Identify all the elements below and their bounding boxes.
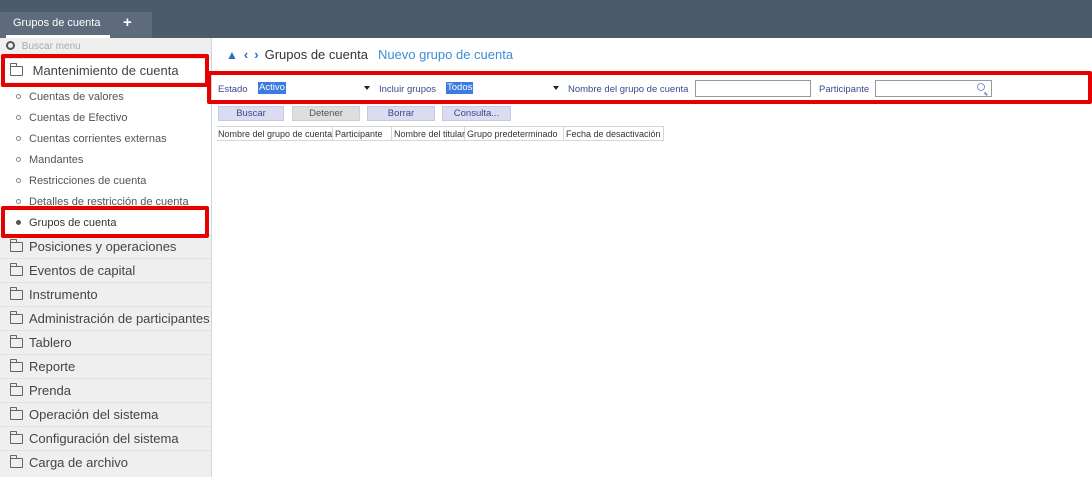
folder-icon: [10, 239, 23, 252]
detener-button[interactable]: Detener: [292, 106, 360, 121]
bullet-icon: [16, 115, 21, 120]
sidebar-folder-label: Configuración del sistema: [29, 431, 179, 446]
bullet-icon: [16, 157, 21, 162]
buscar-button[interactable]: Buscar: [218, 106, 284, 121]
folder-icon: [10, 455, 23, 468]
search-icon: [6, 41, 15, 50]
forward-arrow-icon[interactable]: ›: [254, 47, 258, 62]
sidebar-folder-label: Administración de participantes: [29, 311, 210, 326]
sidebar-folder-label: Posiciones y operaciones: [29, 239, 177, 254]
bullet-icon: [16, 94, 21, 99]
column-header-participante[interactable]: Participante: [334, 127, 392, 141]
borrar-button[interactable]: Borrar: [367, 106, 435, 121]
bullet-icon: [16, 199, 21, 204]
sidebar-folder-label: Eventos de capital: [29, 263, 136, 278]
bullet-icon: [16, 136, 21, 141]
sidebar-item-label: Cuentas de valores: [29, 91, 124, 103]
back-arrow-icon[interactable]: ‹: [244, 47, 248, 62]
consulta-button[interactable]: Consulta...: [442, 106, 511, 121]
plus-icon[interactable]: +: [123, 15, 132, 30]
sidebar-item-label: Cuentas corrientes externas: [29, 133, 167, 145]
sidebar-menu: Buscar menu Mantenimiento de cuenta Cuen…: [0, 38, 212, 477]
highlight-box: [1, 54, 209, 87]
column-header-fecha-desactivacion[interactable]: Fecha de desactivación: [565, 127, 664, 141]
folder-icon: [10, 383, 23, 396]
sidebar-item-mandantes[interactable]: Mandantes: [0, 150, 211, 171]
breadcrumb: ▲ ‹ › Grupos de cuenta Nuevo grupo de cuenta: [226, 47, 513, 67]
sidebar-folder-label: Reporte: [29, 359, 76, 374]
sidebar-folder-carga[interactable]: Carga de archivo: [0, 450, 211, 474]
sidebar-item-restricciones-de-cuenta[interactable]: Restricciones de cuenta: [0, 171, 211, 192]
folder-icon: [10, 335, 23, 348]
bullet-icon: [16, 178, 21, 183]
column-header-grupo-predeterminado[interactable]: Grupo predeterminado: [466, 127, 564, 141]
tab-label: Grupos de cuenta: [13, 17, 101, 29]
sidebar-folder-instrumento[interactable]: Instrumento: [0, 282, 211, 306]
new-account-group-link[interactable]: Nuevo grupo de cuenta: [378, 47, 513, 62]
sidebar-item-label: Restricciones de cuenta: [29, 175, 147, 187]
sidebar-item-label: Mandantes: [29, 154, 84, 166]
highlight-box: [207, 71, 1092, 104]
sidebar-folder-prenda[interactable]: Prenda: [0, 378, 211, 402]
folder-icon: [10, 407, 23, 420]
sitemap-icon[interactable]: ▲: [226, 48, 238, 62]
folder-icon: [10, 359, 23, 372]
column-header-nombre-grupo[interactable]: Nombre del grupo de cuenta: [217, 127, 333, 141]
sidebar-item-label: Cuentas de Efectivo: [29, 112, 128, 124]
sidebar-search-input[interactable]: Buscar menu: [22, 41, 81, 52]
column-header-nombre-titular[interactable]: Nombre del titular: [393, 127, 465, 141]
folder-icon: [10, 263, 23, 276]
sidebar-folder-configuracion[interactable]: Configuración del sistema: [0, 426, 211, 450]
sidebar-folder-eventos[interactable]: Eventos de capital: [0, 258, 211, 282]
sidebar-folder-label: Tablero: [29, 335, 72, 350]
sidebar-folder-label: Prenda: [29, 383, 71, 398]
sidebar-folder-label: Operación del sistema: [29, 407, 159, 422]
top-tab-bar: Grupos de cuenta +: [0, 0, 1092, 38]
sidebar-item-cuentas-corrientes-externas[interactable]: Cuentas corrientes externas: [0, 129, 211, 150]
folder-icon: [10, 287, 23, 300]
sidebar-folder-reporte[interactable]: Reporte: [0, 354, 211, 378]
sidebar-folder-operacion[interactable]: Operación del sistema: [0, 402, 211, 426]
folder-icon: [10, 311, 23, 324]
page-title: Grupos de cuenta: [264, 47, 368, 62]
sidebar-folder-label: Carga de archivo: [29, 455, 128, 470]
results-table-header: Nombre del grupo de cuenta Participante …: [217, 126, 664, 141]
highlight-box: [1, 206, 209, 238]
sidebar-item-cuentas-de-efectivo[interactable]: Cuentas de Efectivo: [0, 108, 211, 129]
sidebar-folder-tablero[interactable]: Tablero: [0, 330, 211, 354]
folder-icon: [10, 431, 23, 444]
sidebar-item-cuentas-de-valores[interactable]: Cuentas de valores: [0, 87, 211, 108]
sidebar-folder-label: Instrumento: [29, 287, 98, 302]
sidebar-folder-administracion[interactable]: Administración de participantes: [0, 306, 211, 330]
